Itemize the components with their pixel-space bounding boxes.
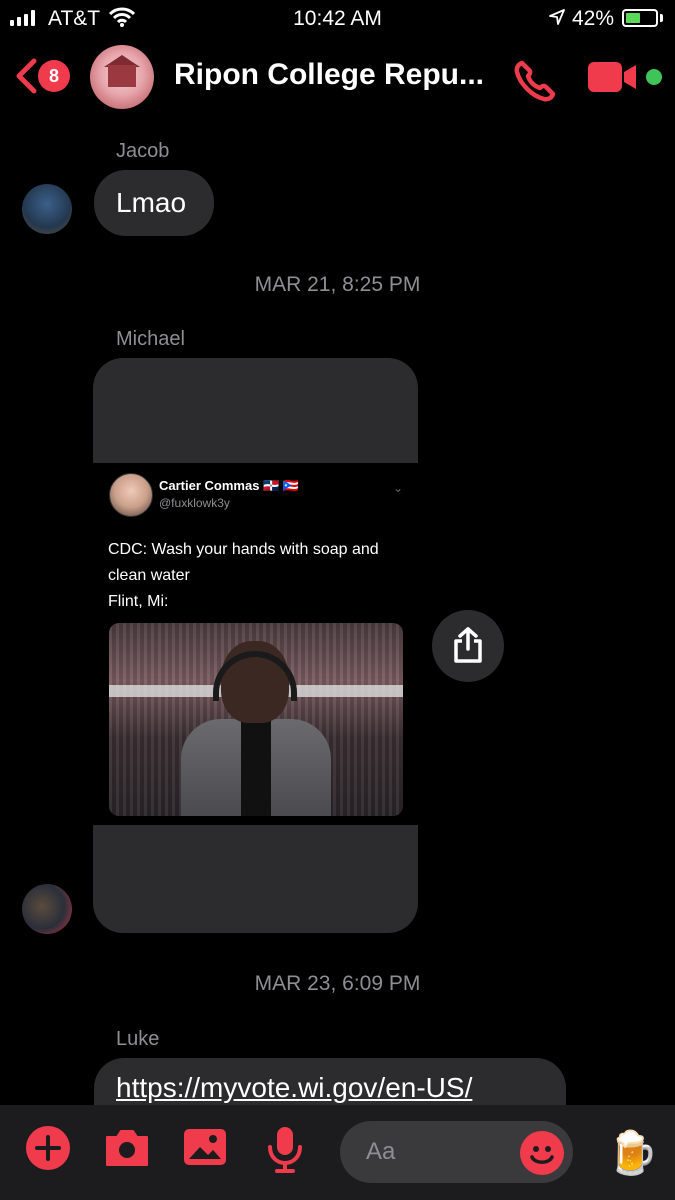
- unread-count-badge[interactable]: 8: [38, 60, 70, 92]
- avatar[interactable]: [22, 884, 72, 934]
- shared-image-card[interactable]: Cartier Commas 🇩🇴 🇵🇷 @fuxklowk3y ⌄ CDC: …: [93, 358, 418, 933]
- chevron-down-icon: ⌄: [393, 481, 404, 495]
- smiley-icon: [530, 1146, 554, 1164]
- tweet-author-avatar: [109, 473, 153, 517]
- battery-tip: [660, 14, 663, 22]
- chat-header: 8 Ripon College Repu...: [0, 40, 675, 116]
- timestamp-divider: MAR 21, 8:25 PM: [254, 273, 421, 296]
- chat-title[interactable]: Ripon College Repu...: [174, 58, 484, 92]
- message-bubble[interactable]: Lmao: [94, 170, 214, 236]
- gallery-icon[interactable]: [182, 1125, 228, 1171]
- tweet-author-handle: @fuxklowk3y: [159, 496, 230, 510]
- message-input-placeholder: Aa: [366, 1138, 396, 1165]
- sender-name: Jacob: [116, 140, 170, 162]
- timestamp-divider: MAR 23, 6:09 PM: [254, 972, 421, 995]
- status-bar: AT&T 10:42 AM 42%: [0, 0, 675, 38]
- battery-icon: [622, 9, 658, 27]
- battery-percent: 42%: [572, 7, 615, 30]
- tweet-screenshot: Cartier Commas 🇩🇴 🇵🇷 @fuxklowk3y ⌄ CDC: …: [93, 463, 418, 825]
- camera-icon[interactable]: [103, 1125, 151, 1171]
- plus-icon[interactable]: [25, 1125, 71, 1171]
- video-call-icon[interactable]: [588, 60, 638, 94]
- message-link[interactable]: https://myvote.wi.gov/en-US/: [116, 1072, 472, 1104]
- microphone-icon[interactable]: [266, 1125, 304, 1175]
- sender-name: Michael: [116, 328, 185, 350]
- tweet-text: CDC: Wash your hands with soap and clean…: [108, 541, 379, 584]
- location-arrow-icon: [549, 9, 565, 25]
- tweet-author-name: Cartier Commas 🇩🇴 🇵🇷: [159, 478, 300, 493]
- share-icon: [454, 627, 482, 663]
- share-button[interactable]: [432, 610, 504, 682]
- composer-bar: Aa 🍺: [0, 1105, 675, 1200]
- message-text: Lmao: [116, 187, 187, 218]
- phone-call-icon[interactable]: [512, 58, 558, 104]
- sender-name: Luke: [116, 1028, 160, 1050]
- tweet-media-image: [109, 623, 403, 816]
- emoji-button[interactable]: [520, 1131, 564, 1175]
- group-avatar[interactable]: [90, 45, 154, 109]
- online-indicator: [646, 69, 662, 85]
- tweet-text-secondary: Flint, Mi:: [108, 593, 169, 610]
- quick-reaction-beer-icon[interactable]: 🍺: [606, 1129, 658, 1177]
- flag-icons: 🇩🇴 🇵🇷: [263, 478, 300, 493]
- back-chevron-icon[interactable]: [14, 58, 38, 94]
- avatar[interactable]: [22, 184, 72, 234]
